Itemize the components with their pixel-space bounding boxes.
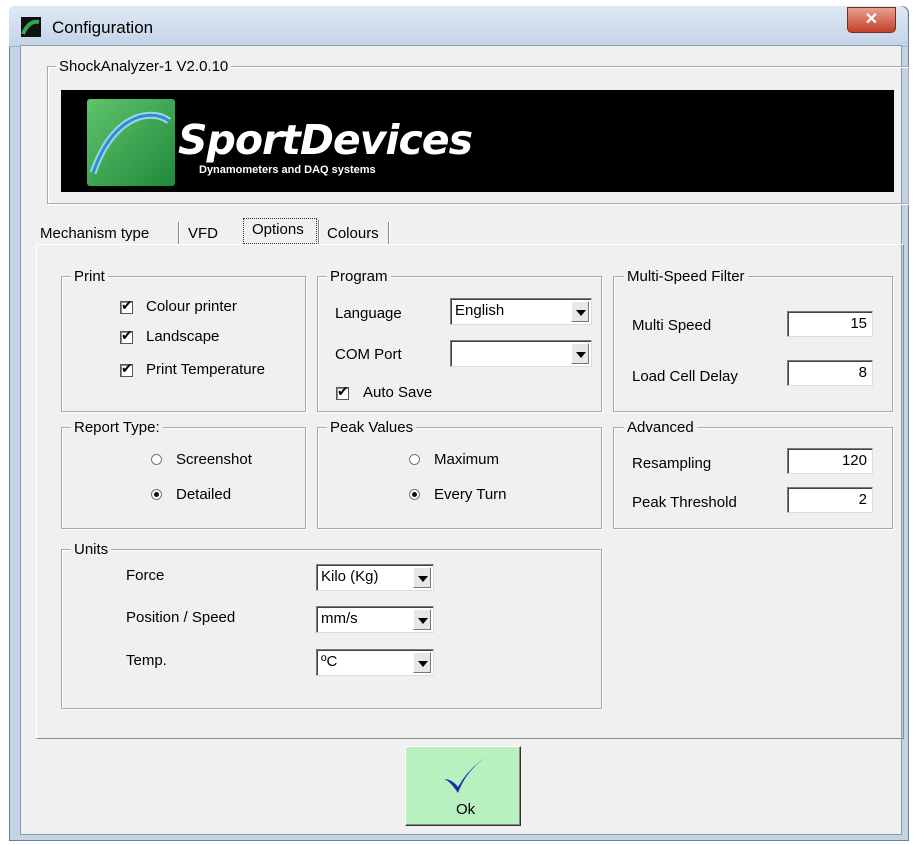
chevron-down-icon[interactable] <box>571 343 589 364</box>
close-button[interactable]: ✕ <box>847 7 896 33</box>
print-group-label: Print <box>71 268 108 285</box>
detailed-label: Detailed <box>176 486 232 503</box>
tab-options[interactable]: Options <box>252 221 304 238</box>
screenshot-radio[interactable] <box>151 454 162 465</box>
force-value: Kilo (Kg) <box>321 568 379 585</box>
report-type-label: Report Type: <box>71 419 163 436</box>
language-select[interactable]: English <box>450 298 592 325</box>
ok-button[interactable]: Ok <box>405 746 521 826</box>
print-temperature-label: Print Temperature <box>146 361 265 378</box>
position-speed-label: Position / Speed <box>126 609 236 626</box>
landscape-label: Landscape <box>146 328 220 345</box>
colour-printer-checkbox[interactable] <box>120 298 133 314</box>
tab-vfd[interactable]: VFD <box>188 225 218 242</box>
auto-save-checkbox[interactable] <box>336 384 349 400</box>
logo-tagline: Dynamometers and DAQ systems <box>199 164 376 176</box>
language-label: Language <box>335 305 402 322</box>
resampling-input[interactable]: 120 <box>787 448 873 474</box>
chevron-down-icon[interactable] <box>413 652 431 673</box>
detailed-radio[interactable] <box>151 489 162 500</box>
chevron-down-icon[interactable] <box>571 301 589 322</box>
window-title: Configuration <box>52 18 154 37</box>
resampling-label: Resampling <box>632 455 712 472</box>
every-turn-radio[interactable] <box>409 489 420 500</box>
every-turn-label: Every Turn <box>434 486 507 503</box>
logo-icon <box>87 99 175 186</box>
multi-speed-filter-label: Multi-Speed Filter <box>624 268 748 285</box>
report-type-group <box>61 427 306 529</box>
tab-mechanism-type[interactable]: Mechanism type <box>40 225 149 242</box>
units-label: Units <box>71 541 112 558</box>
peak-threshold-input[interactable]: 2 <box>787 487 873 513</box>
logo-brand: SportDevices <box>178 116 473 164</box>
advanced-group <box>613 427 893 529</box>
load-cell-delay-input[interactable]: 8 <box>787 360 873 386</box>
app-icon <box>21 17 41 37</box>
tab-colours[interactable]: Colours <box>327 225 379 242</box>
peak-values-label: Peak Values <box>327 419 417 436</box>
force-label: Force <box>126 567 165 584</box>
tab-separator <box>388 222 389 244</box>
position-speed-value: mm/s <box>321 610 358 627</box>
print-temperature-checkbox[interactable] <box>120 361 133 377</box>
chevron-down-icon[interactable] <box>413 609 431 630</box>
tab-separator <box>318 220 319 244</box>
force-select[interactable]: Kilo (Kg) <box>316 564 434 591</box>
advanced-label: Advanced <box>624 419 697 436</box>
multi-speed-filter-group <box>613 276 893 412</box>
chevron-down-icon[interactable] <box>413 567 431 588</box>
ok-label: Ok <box>456 801 476 818</box>
close-icon: ✕ <box>864 11 879 28</box>
maximum-label: Maximum <box>434 451 500 468</box>
position-speed-select[interactable]: mm/s <box>316 606 434 633</box>
logo-banner: SportDevices Dynamometers and DAQ system… <box>61 90 894 192</box>
com-port-label: COM Port <box>335 346 402 363</box>
auto-save-label: Auto Save <box>363 384 433 401</box>
peak-values-group <box>317 427 602 529</box>
com-port-select[interactable] <box>450 340 592 367</box>
landscape-checkbox[interactable] <box>120 328 133 344</box>
colour-printer-label: Colour printer <box>146 298 237 315</box>
screenshot-label: Screenshot <box>176 451 252 468</box>
checkmark-icon <box>444 757 486 793</box>
temp-value: ºC <box>321 653 338 670</box>
version-label: ShockAnalyzer-1 V2.0.10 <box>56 58 232 75</box>
tab-separator <box>178 222 179 244</box>
load-cell-delay-label: Load Cell Delay <box>632 368 738 385</box>
maximum-radio[interactable] <box>409 454 420 465</box>
temp-label: Temp. <box>126 652 167 669</box>
program-group-label: Program <box>327 268 391 285</box>
multi-speed-input[interactable]: 15 <box>787 311 873 337</box>
peak-threshold-label: Peak Threshold <box>632 494 737 511</box>
multi-speed-label: Multi Speed <box>632 317 712 334</box>
language-value: English <box>455 302 505 319</box>
temp-select[interactable]: ºC <box>316 649 434 676</box>
